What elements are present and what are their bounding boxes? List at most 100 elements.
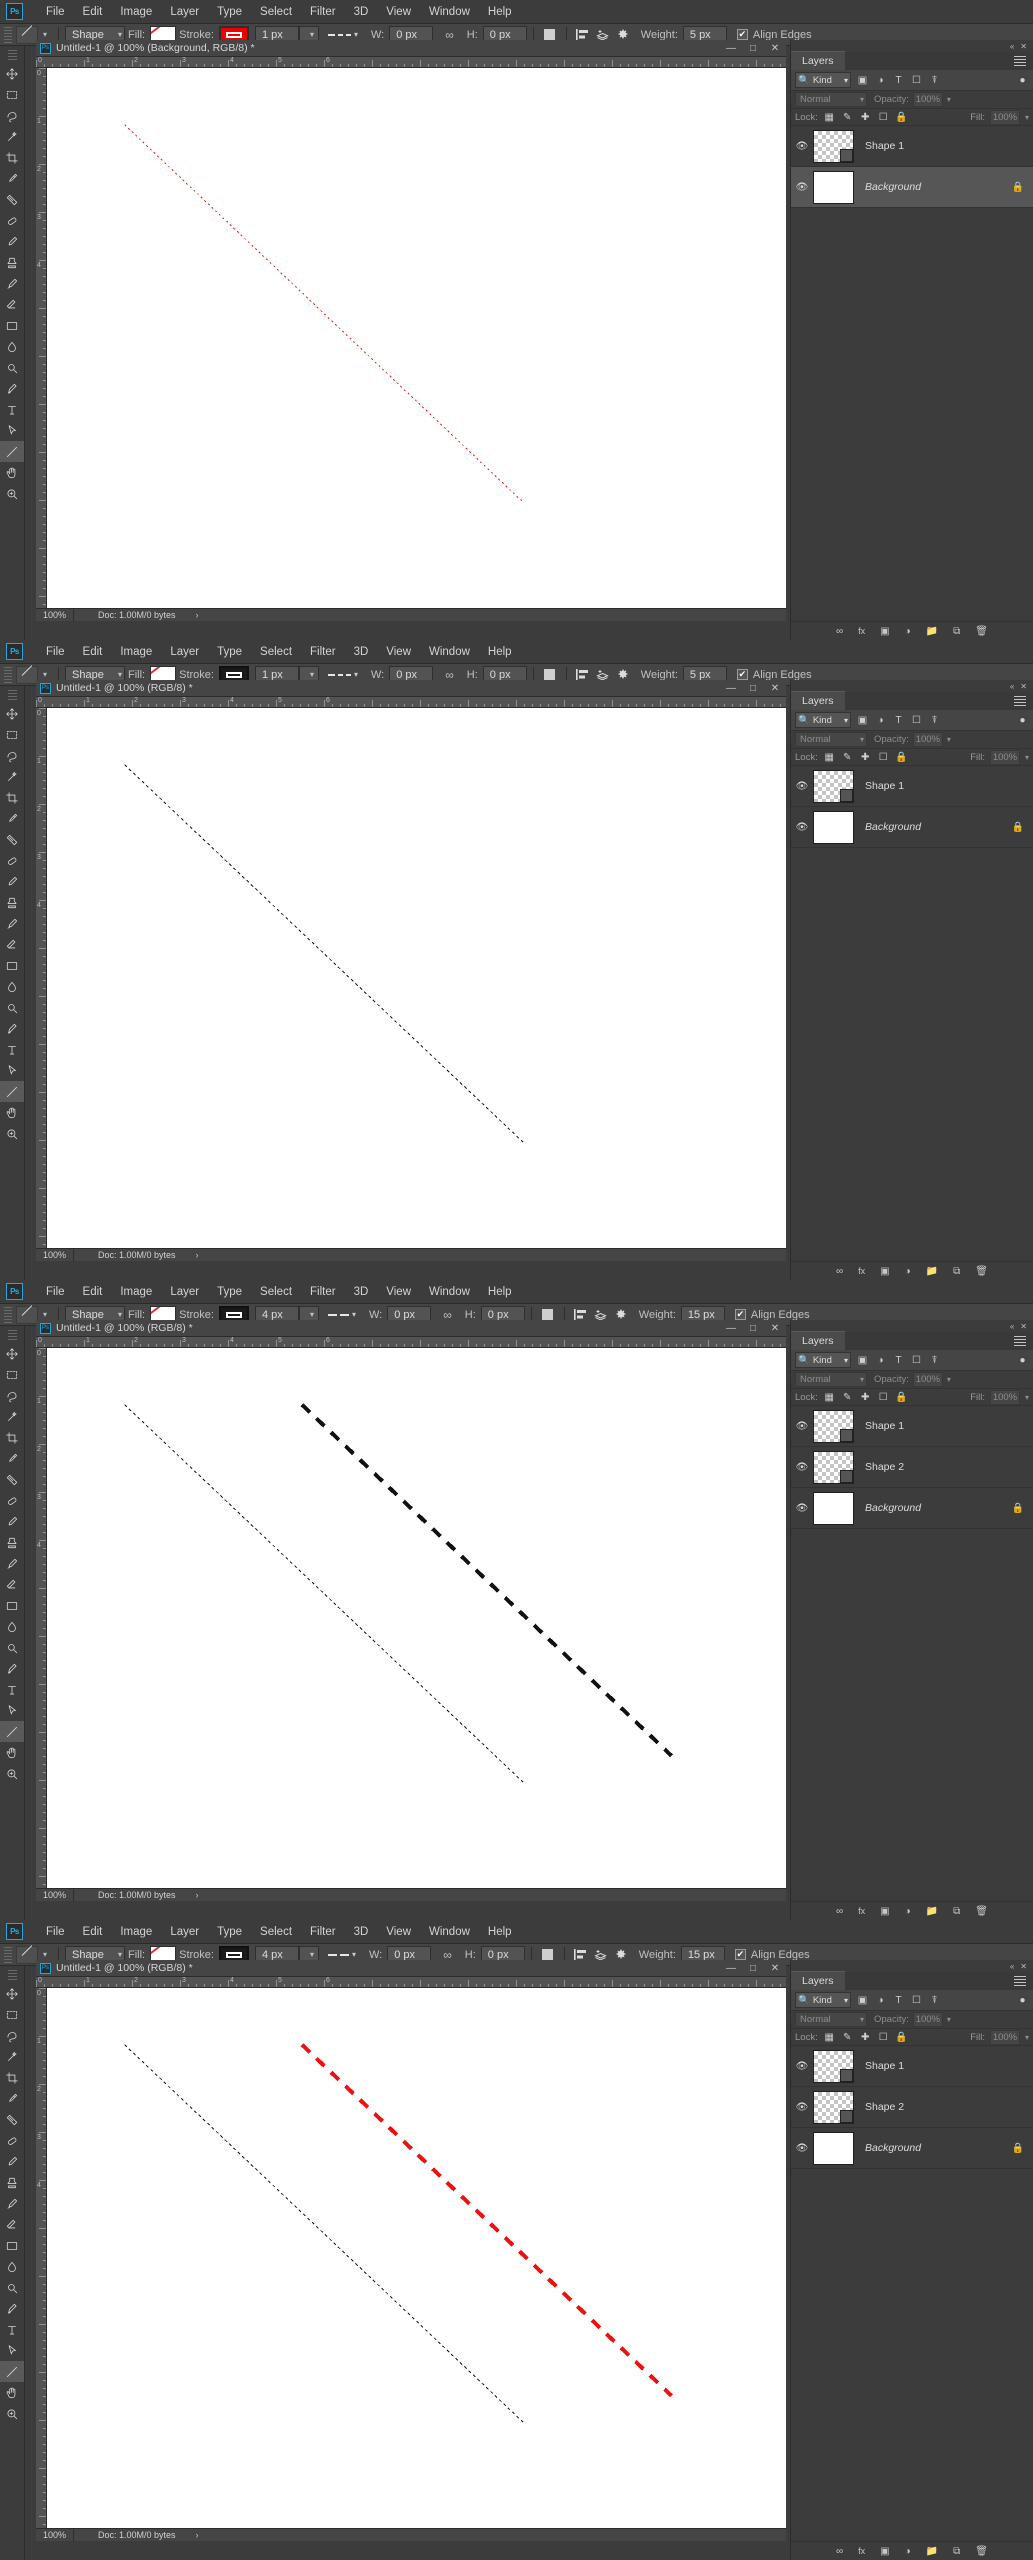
- collapse-icon[interactable]: «: [1010, 1322, 1014, 1331]
- layer-name[interactable]: Shape 1: [865, 140, 904, 152]
- fill-input[interactable]: 100%: [989, 2029, 1020, 2045]
- menu-item-window[interactable]: Window: [420, 1920, 479, 1944]
- menu-bar[interactable]: Ps File Edit Image Layer Type Select Filter 3D Vi…: [0, 1280, 1033, 1304]
- pen-tool[interactable]: [0, 2298, 24, 2319]
- layer-thumbnail[interactable]: [813, 1450, 854, 1484]
- tools-panel-grip[interactable]: [7, 1970, 17, 1980]
- layer-style-icon[interactable]: fx: [858, 626, 865, 636]
- eraser-tool[interactable]: [0, 1574, 24, 1595]
- filter-type-icon[interactable]: T: [892, 715, 905, 726]
- blend-mode-select[interactable]: Normal ▾: [795, 2012, 867, 2027]
- crop-tool[interactable]: [0, 147, 24, 168]
- hand-tool[interactable]: [0, 1742, 24, 1763]
- layers-panel[interactable]: « ✕ Layers 🔍 Kind ▾ ▣ ◑ T ☐ ⍒ ● Normal ▾: [790, 40, 1033, 640]
- lock-artboard-icon[interactable]: ☐: [877, 752, 890, 763]
- new-group-icon[interactable]: 📁: [926, 1266, 938, 1277]
- layer-name[interactable]: Background: [865, 2142, 921, 2154]
- filter-toggle-switch[interactable]: ●: [1016, 715, 1029, 726]
- document-tab[interactable]: Ps Untitled-1 @ 100% (RGB/8) * — □ ✕: [36, 1320, 786, 1337]
- move-tool[interactable]: [0, 1343, 24, 1364]
- minimize-icon[interactable]: —: [720, 40, 742, 57]
- minimize-icon[interactable]: —: [720, 1960, 742, 1977]
- brush-tool[interactable]: [0, 231, 24, 252]
- layer-visibility-icon[interactable]: 👁: [791, 1462, 813, 1473]
- menu-item-window[interactable]: Window: [420, 1280, 479, 1304]
- menu-bar[interactable]: Ps File Edit Image Layer Type Select Filter 3D Vi…: [0, 0, 1033, 24]
- chevron-down-icon[interactable]: ▾: [947, 2015, 951, 2024]
- tools-panel[interactable]: [0, 1326, 25, 1920]
- menu-item-edit[interactable]: Edit: [74, 1280, 112, 1304]
- menu-bar[interactable]: Ps File Edit Image Layer Type Select Filter 3D Vi…: [0, 640, 1033, 664]
- menu-item-3d[interactable]: 3D: [345, 1920, 378, 1944]
- filter-adjustment-icon[interactable]: ◑: [874, 1355, 887, 1366]
- type-tool[interactable]: [0, 1039, 24, 1060]
- new-layer-icon[interactable]: ⧉: [953, 1906, 960, 1917]
- move-tool[interactable]: [0, 63, 24, 84]
- layer-thumbnail[interactable]: [813, 769, 854, 803]
- filter-kind-select[interactable]: 🔍 Kind ▾: [795, 1992, 851, 2008]
- layer-name[interactable]: Shape 1: [865, 780, 904, 792]
- tab-layers[interactable]: Layers: [791, 1331, 845, 1350]
- layers-panel[interactable]: « ✕ Layers 🔍 Kind ▾ ▣ ◑ T ☐ ⍒ ● Normal ▾: [790, 1960, 1033, 2560]
- filter-smartobject-icon[interactable]: ⍒: [928, 1995, 941, 2006]
- menu-item-view[interactable]: View: [377, 1920, 420, 1944]
- layer-filter-row[interactable]: 🔍 Kind ▾ ▣ ◑ T ☐ ⍒ ●: [791, 710, 1033, 731]
- chevron-down-icon[interactable]: ▾: [947, 1375, 951, 1384]
- quick-selection-tool[interactable]: [0, 126, 24, 147]
- layer-row[interactable]: 👁 Background 🔒: [791, 1488, 1033, 1529]
- ruler-tool[interactable]: [0, 2109, 24, 2130]
- layer-mask-icon[interactable]: ▣: [880, 2546, 889, 2557]
- status-expand-icon[interactable]: ›: [176, 1250, 199, 1260]
- new-group-icon[interactable]: 📁: [926, 1906, 938, 1917]
- panel-tabs[interactable]: Layers: [791, 691, 1033, 710]
- tools-panel[interactable]: [0, 46, 25, 640]
- tools-panel[interactable]: [0, 1966, 25, 2560]
- layer-visibility-icon[interactable]: 👁: [791, 1503, 813, 1514]
- link-layers-icon[interactable]: ∞: [836, 1906, 843, 1917]
- status-bar[interactable]: 100% Doc: 1.00M/0 bytes ›: [36, 1888, 786, 1902]
- layer-list[interactable]: 👁 Shape 1 👁 Shape 2 👁 Background 🔒: [791, 1406, 1033, 1529]
- clone-stamp-tool[interactable]: [0, 252, 24, 273]
- tools-panel-grip[interactable]: [7, 50, 17, 60]
- blend-mode-row[interactable]: Normal ▾ Opacity: 100% ▾: [791, 2011, 1033, 2029]
- lock-row[interactable]: Lock: ▦ ✎ ✚ ☐ 🔒 Fill: 100% ▾: [791, 1389, 1033, 1406]
- crop-tool[interactable]: [0, 2067, 24, 2088]
- canvas[interactable]: [47, 68, 786, 608]
- status-expand-icon[interactable]: ›: [176, 1890, 199, 1900]
- new-group-icon[interactable]: 📁: [926, 2546, 938, 2557]
- tool-preset-chevron-icon[interactable]: ▾: [38, 1950, 52, 1959]
- filter-kind-select[interactable]: 🔍 Kind ▾: [795, 1352, 851, 1368]
- eyedropper-tool[interactable]: [0, 1448, 24, 1469]
- layer-name[interactable]: Background: [865, 181, 921, 193]
- lock-image-icon[interactable]: ✎: [841, 1392, 854, 1403]
- history-brush-tool[interactable]: [0, 913, 24, 934]
- layer-filter-row[interactable]: 🔍 Kind ▾ ▣ ◑ T ☐ ⍒ ●: [791, 1990, 1033, 2011]
- minimize-icon[interactable]: —: [720, 680, 742, 697]
- layer-row[interactable]: 👁 Background 🔒: [791, 167, 1033, 208]
- zoom-level[interactable]: 100%: [36, 2528, 74, 2542]
- layers-panel-footer[interactable]: ∞ fx ▣ ◑ 📁 ⧉ 🗑: [791, 2541, 1033, 2560]
- status-bar[interactable]: 100% Doc: 1.00M/0 bytes ›: [36, 608, 786, 622]
- eyedropper-tool[interactable]: [0, 2088, 24, 2109]
- maximize-icon[interactable]: □: [742, 1320, 764, 1337]
- close-icon[interactable]: ✕: [1020, 42, 1027, 51]
- layers-panel-footer[interactable]: ∞ fx ▣ ◑ 📁 ⧉ 🗑: [791, 1261, 1033, 1280]
- tools-panel[interactable]: [0, 686, 25, 1280]
- zoom-level[interactable]: 100%: [36, 608, 74, 622]
- brush-tool[interactable]: [0, 871, 24, 892]
- layer-visibility-icon[interactable]: 👁: [791, 2143, 813, 2154]
- clone-stamp-tool[interactable]: [0, 892, 24, 913]
- history-brush-tool[interactable]: [0, 2193, 24, 2214]
- layer-visibility-icon[interactable]: 👁: [791, 2061, 813, 2072]
- menu-item-select[interactable]: Select: [251, 0, 301, 24]
- close-icon[interactable]: ✕: [1020, 1322, 1027, 1331]
- layer-name[interactable]: Shape 2: [865, 1461, 904, 1473]
- lasso-tool[interactable]: [0, 1385, 24, 1406]
- menu-item-select[interactable]: Select: [251, 640, 301, 664]
- layer-name[interactable]: Background: [865, 1502, 921, 1514]
- maximize-icon[interactable]: □: [742, 680, 764, 697]
- blur-tool[interactable]: [0, 1616, 24, 1637]
- options-bar-grip[interactable]: [4, 26, 12, 43]
- opacity-input[interactable]: 100%: [912, 92, 943, 107]
- blend-mode-select[interactable]: Normal ▾: [795, 732, 867, 747]
